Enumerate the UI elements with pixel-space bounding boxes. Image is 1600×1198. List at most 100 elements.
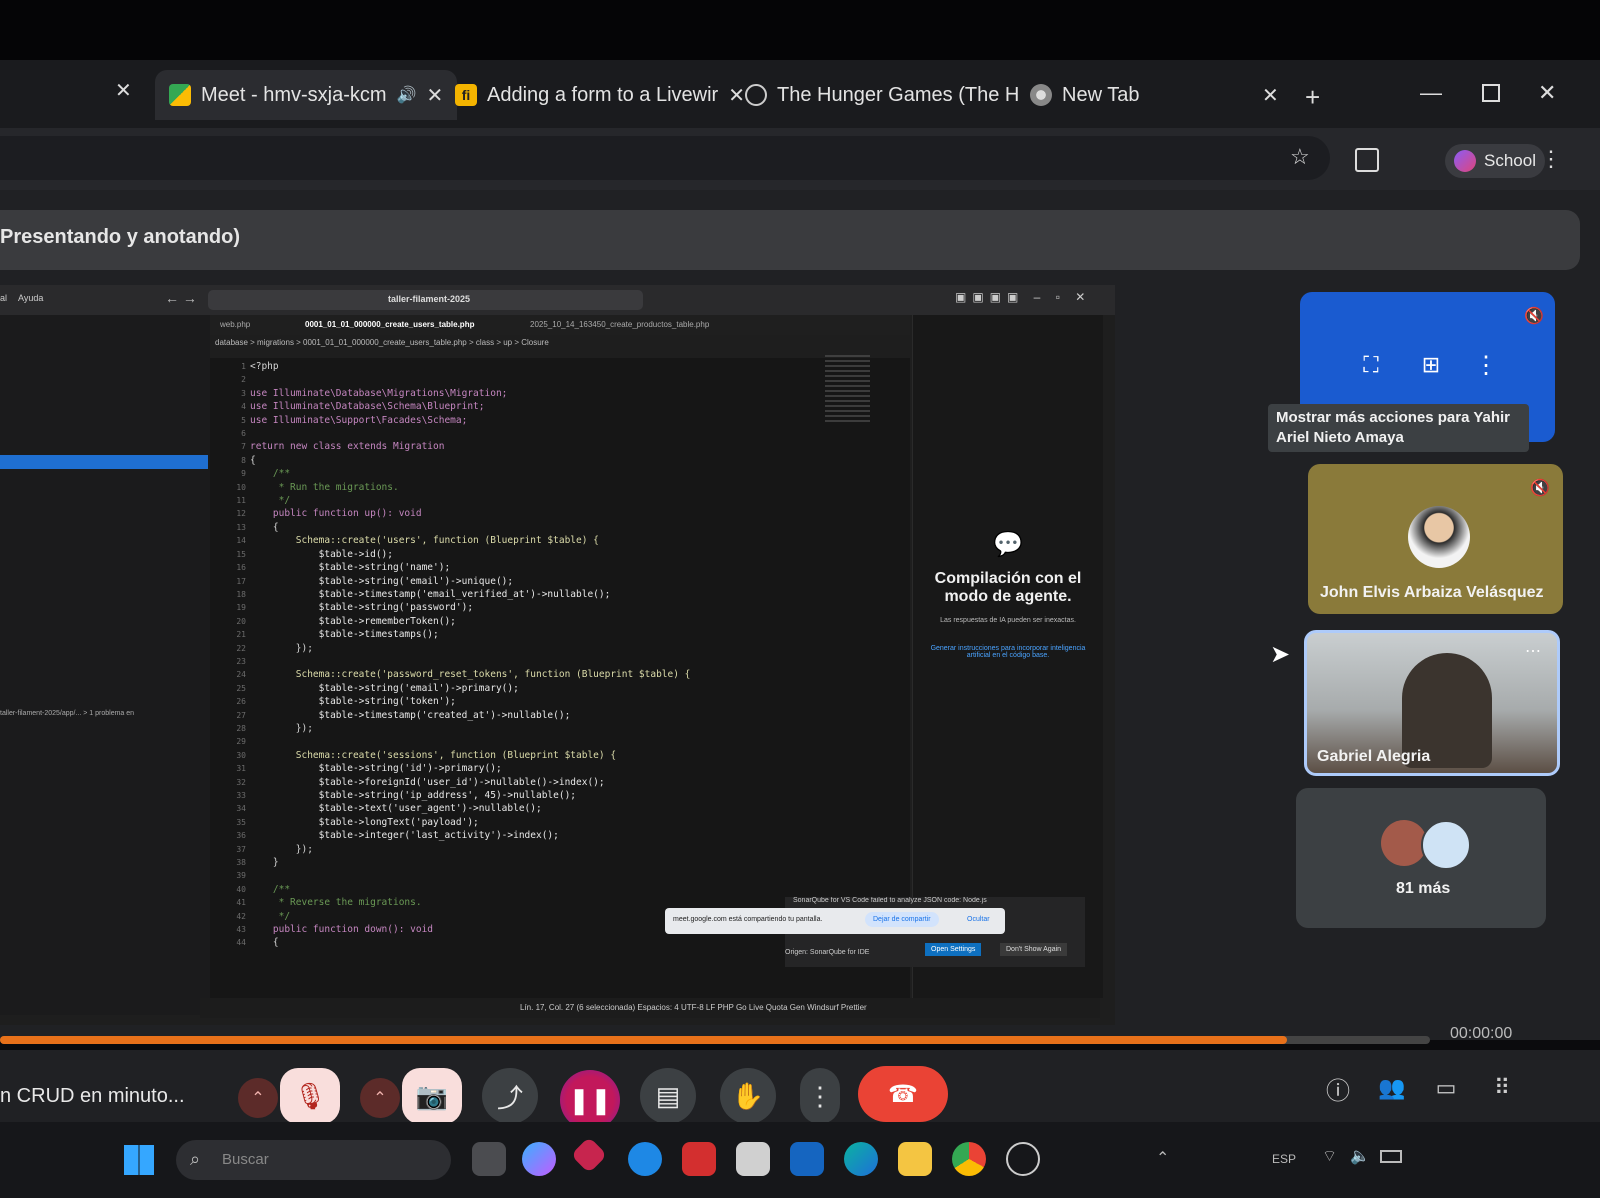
stop-share-button: Dejar de compartir: [865, 912, 939, 927]
previous-tab-close-icon[interactable]: ✕: [115, 78, 132, 103]
problems-path: taller-filament-2025/app/... > 1 problem…: [0, 710, 135, 717]
tab-livewire[interactable]: fi Adding a form to a Livewir ✕: [455, 70, 745, 120]
code-line: $table->id();: [250, 548, 393, 560]
mic-options-icon[interactable]: ⌃: [238, 1078, 278, 1118]
line-number: 23: [236, 656, 246, 666]
activities-icon[interactable]: ⠿: [1482, 1068, 1522, 1108]
tab-hunger-games[interactable]: The Hunger Games (The H ✕: [745, 70, 1046, 120]
code-line: $table->string('id')->primary();: [250, 763, 502, 775]
code-line: $table->rememberToken();: [250, 615, 456, 627]
toolbar: ☆ School ⋮: [0, 128, 1600, 190]
tab-meet[interactable]: Meet - hmv-sxja-kcm 🔊 ✕: [155, 70, 458, 120]
filament-icon: fi: [455, 84, 477, 106]
folder-icon[interactable]: [898, 1142, 932, 1176]
progress-fill: [0, 1036, 1287, 1044]
more-options-icon[interactable]: ⋯: [1525, 641, 1541, 661]
chat-icon[interactable]: ▭: [1426, 1068, 1466, 1108]
close-window-icon[interactable]: ✕: [1538, 80, 1556, 106]
code-line: });: [250, 642, 313, 654]
code-line: }: [250, 857, 279, 869]
speaker-icon: 🔊: [396, 87, 417, 104]
line-number: 41: [236, 898, 246, 908]
outlook-icon[interactable]: [790, 1142, 824, 1176]
code-line: $table->text('user_agent')->nullable();: [250, 803, 542, 815]
more-options-icon[interactable]: ⋮: [1465, 344, 1507, 386]
code-line: {: [250, 521, 279, 533]
code-line: return new class extends Migration: [250, 441, 445, 453]
extensions-icon[interactable]: [1355, 148, 1379, 172]
edge-icon[interactable]: [844, 1142, 878, 1176]
profile-button[interactable]: School: [1445, 144, 1545, 178]
windows-start-icon[interactable]: [124, 1145, 154, 1175]
volume-icon[interactable]: 🔈: [1350, 1146, 1370, 1166]
pause-presentation-button[interactable]: ❚❚: [560, 1070, 620, 1130]
new-tab-button[interactable]: +: [1305, 82, 1320, 113]
close-icon[interactable]: ✕: [427, 83, 444, 108]
wifi-icon[interactable]: ⌔: [1322, 1146, 1337, 1166]
participant-tile[interactable]: 🔇 John Elvis Arbaiza Velásquez: [1308, 464, 1563, 614]
task-view-icon[interactable]: [472, 1142, 506, 1176]
line-number: 33: [236, 791, 246, 800]
tray-chevron-icon[interactable]: ⌃: [1156, 1148, 1169, 1168]
code-line: use Illuminate\Database\Schema\Blueprint…: [250, 401, 485, 413]
line-number: 7: [241, 442, 246, 452]
more-options-button[interactable]: ⋮: [800, 1068, 840, 1124]
address-bar[interactable]: ☆: [0, 136, 1330, 180]
chat-panel: 💬 Compilación con el modo de agente. Las…: [912, 315, 1103, 998]
present-button[interactable]: ⤴: [482, 1068, 538, 1124]
meeting-caption: n CRUD en minuto...: [0, 1085, 185, 1107]
framing-icon[interactable]: ⛶: [1350, 344, 1392, 386]
camera-options-icon[interactable]: ⌃: [360, 1078, 400, 1118]
restore-icon[interactable]: [1482, 84, 1500, 102]
tab-new[interactable]: New Tab ✕: [1030, 70, 1279, 120]
search-text: taller-filament-2025: [388, 294, 471, 304]
line-number: 8: [241, 455, 246, 465]
code-line: /**: [250, 883, 291, 895]
calendar-icon[interactable]: [736, 1142, 770, 1176]
battery-icon[interactable]: [1380, 1150, 1402, 1163]
browser-icon[interactable]: [628, 1142, 662, 1176]
breadcrumb: database > migrations > 0001_01_01_00000…: [215, 338, 549, 347]
line-number: 9: [241, 469, 246, 479]
line-number: 26: [236, 697, 246, 707]
code-line: {: [250, 454, 256, 466]
copilot-icon[interactable]: [522, 1142, 556, 1176]
line-number: 38: [236, 858, 246, 868]
line-number: 31: [236, 764, 246, 774]
editor-tab: 2025_10_14_163450_create_productos_table…: [530, 320, 710, 329]
line-number: 44: [236, 938, 246, 948]
participant-name: John Elvis Arbaiza Velásquez: [1320, 584, 1544, 601]
camera-off-button[interactable]: 📷: [402, 1068, 462, 1124]
close-icon[interactable]: ✕: [1262, 83, 1279, 108]
language-indicator[interactable]: ESP: [1272, 1152, 1296, 1166]
line-number: 13: [236, 522, 246, 532]
app-icon[interactable]: [682, 1142, 716, 1176]
chrome-icon[interactable]: [952, 1142, 986, 1176]
end-call-button[interactable]: ☎: [858, 1066, 948, 1122]
mic-off-icon: 🔇: [1530, 480, 1550, 497]
minimize-icon[interactable]: —: [1420, 80, 1442, 106]
participant-tile-video[interactable]: ⋯ Gabriel Alegria: [1304, 630, 1560, 776]
banner-text: Presentando y anotando): [0, 226, 241, 248]
monitor-bezel: [0, 0, 1600, 60]
share-notice-text: meet.google.com está compartiendo tu pan…: [673, 916, 823, 923]
mic-off-button[interactable]: 🎙: [280, 1068, 340, 1124]
people-icon[interactable]: 👥: [1372, 1068, 1412, 1108]
more-participants-tile[interactable]: 81 más: [1296, 788, 1546, 928]
line-number: 1: [241, 362, 246, 371]
menu-kebab-icon[interactable]: ⋮: [1540, 146, 1562, 172]
close-icon[interactable]: ✕: [728, 83, 745, 108]
meet-icon: [169, 84, 191, 106]
raise-hand-button[interactable]: ✋: [720, 1068, 776, 1124]
app-icon[interactable]: [1006, 1142, 1040, 1176]
star-icon[interactable]: ☆: [1290, 144, 1310, 170]
status-text: Lín. 17, Col. 27 (6 seleccionada) Espaci…: [520, 1003, 867, 1012]
code-line: $table->string('name');: [250, 562, 451, 574]
info-icon[interactable]: ⓘ: [1318, 1068, 1358, 1108]
pin-icon[interactable]: ⊞: [1410, 344, 1452, 386]
captions-button[interactable]: ▤: [640, 1068, 696, 1124]
line-number: 4: [241, 402, 246, 412]
taskbar-search[interactable]: ⌕ Buscar: [176, 1140, 451, 1180]
